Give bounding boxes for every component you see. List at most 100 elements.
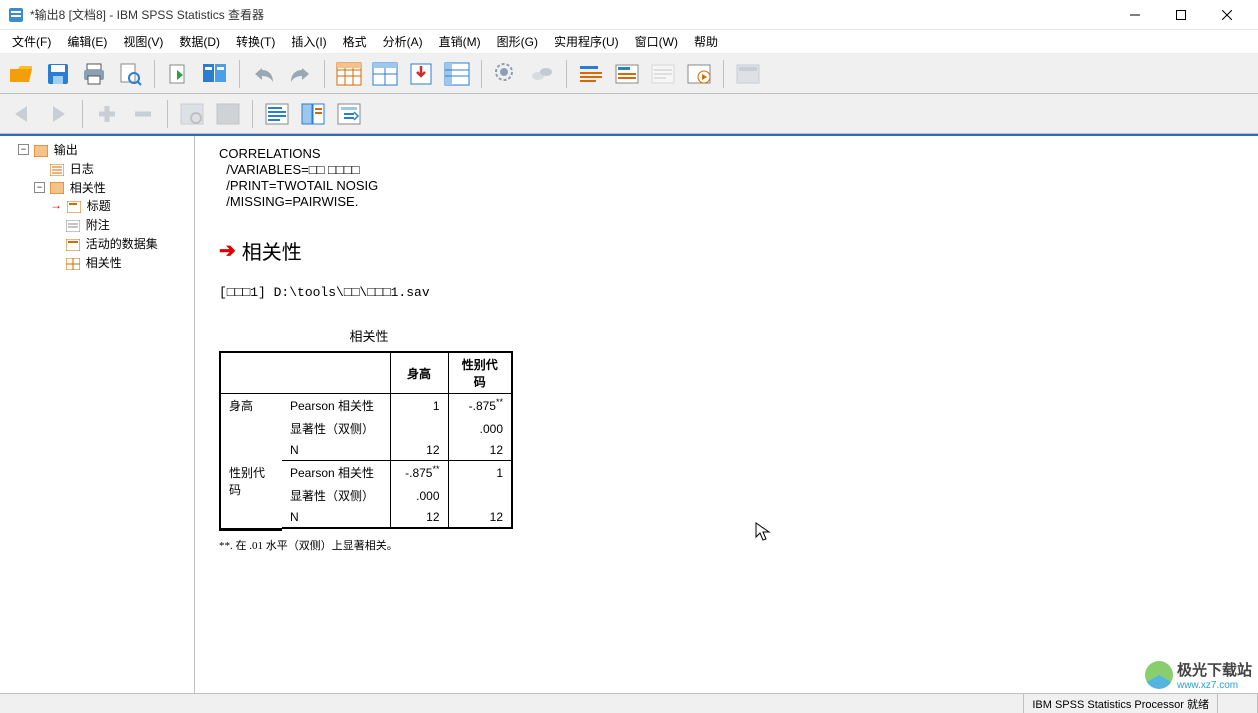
menu-help[interactable]: 帮助	[686, 30, 726, 53]
print-preview-icon[interactable]	[114, 58, 146, 90]
stat-label: Pearson 相关性	[282, 394, 390, 418]
stat-label: Pearson 相关性	[282, 461, 390, 485]
save-icon[interactable]	[42, 58, 74, 90]
menu-directmkt[interactable]: 直销(M)	[431, 30, 489, 53]
outline-group[interactable]: 相关性	[70, 180, 106, 194]
table-icon	[66, 257, 80, 269]
menu-format[interactable]: 格式	[335, 30, 375, 53]
close-button[interactable]	[1204, 0, 1250, 30]
status-empty	[1218, 694, 1258, 713]
maximize-button[interactable]	[1158, 0, 1204, 30]
run-script-icon[interactable]	[683, 58, 715, 90]
variables-icon[interactable]	[441, 58, 473, 90]
cell: 12	[448, 507, 512, 528]
section-heading: ➔ 相关性	[219, 236, 1234, 265]
twisty-icon[interactable]: −	[34, 182, 45, 193]
undo-icon[interactable]	[248, 58, 280, 90]
row-label: 身高	[220, 394, 282, 461]
goto-variable-icon[interactable]	[369, 58, 401, 90]
menu-graphs[interactable]: 图形(G)	[489, 30, 546, 53]
outline-icon[interactable]	[297, 98, 329, 130]
section-title: 相关性	[242, 236, 302, 265]
minimize-button[interactable]	[1112, 0, 1158, 30]
open-icon[interactable]	[6, 58, 38, 90]
cell: 1	[390, 394, 448, 418]
designate-window-icon	[732, 58, 764, 90]
collapse-icon	[212, 98, 244, 130]
menu-utilities[interactable]: 实用程序(U)	[546, 30, 627, 53]
insert-title-icon[interactable]	[611, 58, 643, 90]
correlation-table-wrap: 相关性 身高 性别代码 身高 Pearson 相关性 1 -.875** 显著性…	[219, 326, 1234, 553]
recall-dialog-icon[interactable]	[199, 58, 231, 90]
group-icon	[50, 181, 64, 193]
export-icon[interactable]	[163, 58, 195, 90]
menu-transform[interactable]: 转换(T)	[228, 30, 283, 53]
redo-icon[interactable]	[284, 58, 316, 90]
title-icon	[67, 200, 81, 212]
outline-activedata[interactable]: 活动的数据集	[86, 237, 158, 251]
outline-pane[interactable]: − 输出 日志 − 相关性 →	[0, 136, 195, 693]
titlebar: *输出8 [文档8] - IBM SPSS Statistics 查看器	[0, 0, 1258, 30]
print-icon[interactable]	[78, 58, 110, 90]
cell: -.875**	[448, 394, 512, 418]
outline-log[interactable]: 日志	[70, 162, 94, 176]
insert-heading-icon[interactable]	[575, 58, 607, 90]
menu-edit[interactable]: 编辑(E)	[59, 30, 115, 53]
show-hide-icon[interactable]	[261, 98, 293, 130]
stat-label: N	[282, 507, 390, 528]
goto-data-icon[interactable]	[333, 58, 365, 90]
toolbar-main	[0, 54, 1258, 94]
cell: 12	[390, 440, 448, 461]
cell: .000	[448, 417, 512, 440]
stat-label: 显著性（双侧）	[282, 484, 390, 507]
select-icon[interactable]	[490, 58, 522, 90]
back-icon	[6, 98, 38, 130]
menu-window[interactable]: 窗口(W)	[627, 30, 686, 53]
menu-analyze[interactable]: 分析(A)	[375, 30, 431, 53]
demote-icon	[127, 98, 159, 130]
outline-root[interactable]: 输出	[54, 143, 78, 157]
app-icon	[8, 7, 24, 23]
correlation-table[interactable]: 身高 性别代码 身高 Pearson 相关性 1 -.875** 显著性（双侧）…	[219, 351, 513, 529]
cell: 1	[448, 461, 512, 485]
twisty-icon[interactable]: −	[18, 144, 29, 155]
log-icon	[50, 163, 64, 175]
toolbar-nav	[0, 94, 1258, 134]
window-title: *输出8 [文档8] - IBM SPSS Statistics 查看器	[30, 6, 1112, 23]
forward-icon	[42, 98, 74, 130]
goto-case-icon[interactable]	[405, 58, 437, 90]
cell: -.875**	[390, 461, 448, 485]
page-setup-icon[interactable]	[333, 98, 365, 130]
expand-icon	[176, 98, 208, 130]
stat-label: 显著性（双侧）	[282, 417, 390, 440]
outline-notes[interactable]: 附注	[86, 218, 110, 232]
col-header: 身高	[390, 352, 448, 394]
outline-title[interactable]: 标题	[87, 199, 111, 213]
table-caption: 相关性	[219, 326, 519, 345]
menubar: 文件(F) 编辑(E) 视图(V) 数据(D) 转换(T) 插入(I) 格式 分…	[0, 30, 1258, 54]
col-header: 性别代码	[448, 352, 512, 394]
menu-insert[interactable]: 插入(I)	[283, 30, 334, 53]
status-processor: IBM SPSS Statistics Processor 就绪	[1024, 694, 1218, 713]
notes-icon	[66, 219, 80, 231]
cell: .000	[390, 484, 448, 507]
menu-view[interactable]: 视图(V)	[115, 30, 171, 53]
body: − 输出 日志 − 相关性 →	[0, 134, 1258, 693]
weight-icon	[526, 58, 558, 90]
insert-text-icon	[647, 58, 679, 90]
menu-file[interactable]: 文件(F)	[4, 30, 59, 53]
menu-data[interactable]: 数据(D)	[171, 30, 228, 53]
promote-icon	[91, 98, 123, 130]
current-marker-icon: →	[50, 198, 62, 212]
table-footnote: **. 在 .01 水平（双侧）上显著相关。	[219, 537, 1234, 553]
content-pane[interactable]: CORRELATIONS /VARIABLES=□□ □□□□ /PRINT=T…	[195, 136, 1258, 693]
cell: 12	[390, 507, 448, 528]
stat-label: N	[282, 440, 390, 461]
output-icon	[34, 144, 48, 156]
dataset-line: [□□□1] D:\tools\□□\□□□1.sav	[219, 285, 1234, 300]
cell	[448, 484, 512, 507]
cell: 12	[448, 440, 512, 461]
outline-table[interactable]: 相关性	[86, 256, 122, 270]
row-label: 性别代码	[220, 461, 282, 529]
statusbar: IBM SPSS Statistics Processor 就绪	[0, 693, 1258, 713]
